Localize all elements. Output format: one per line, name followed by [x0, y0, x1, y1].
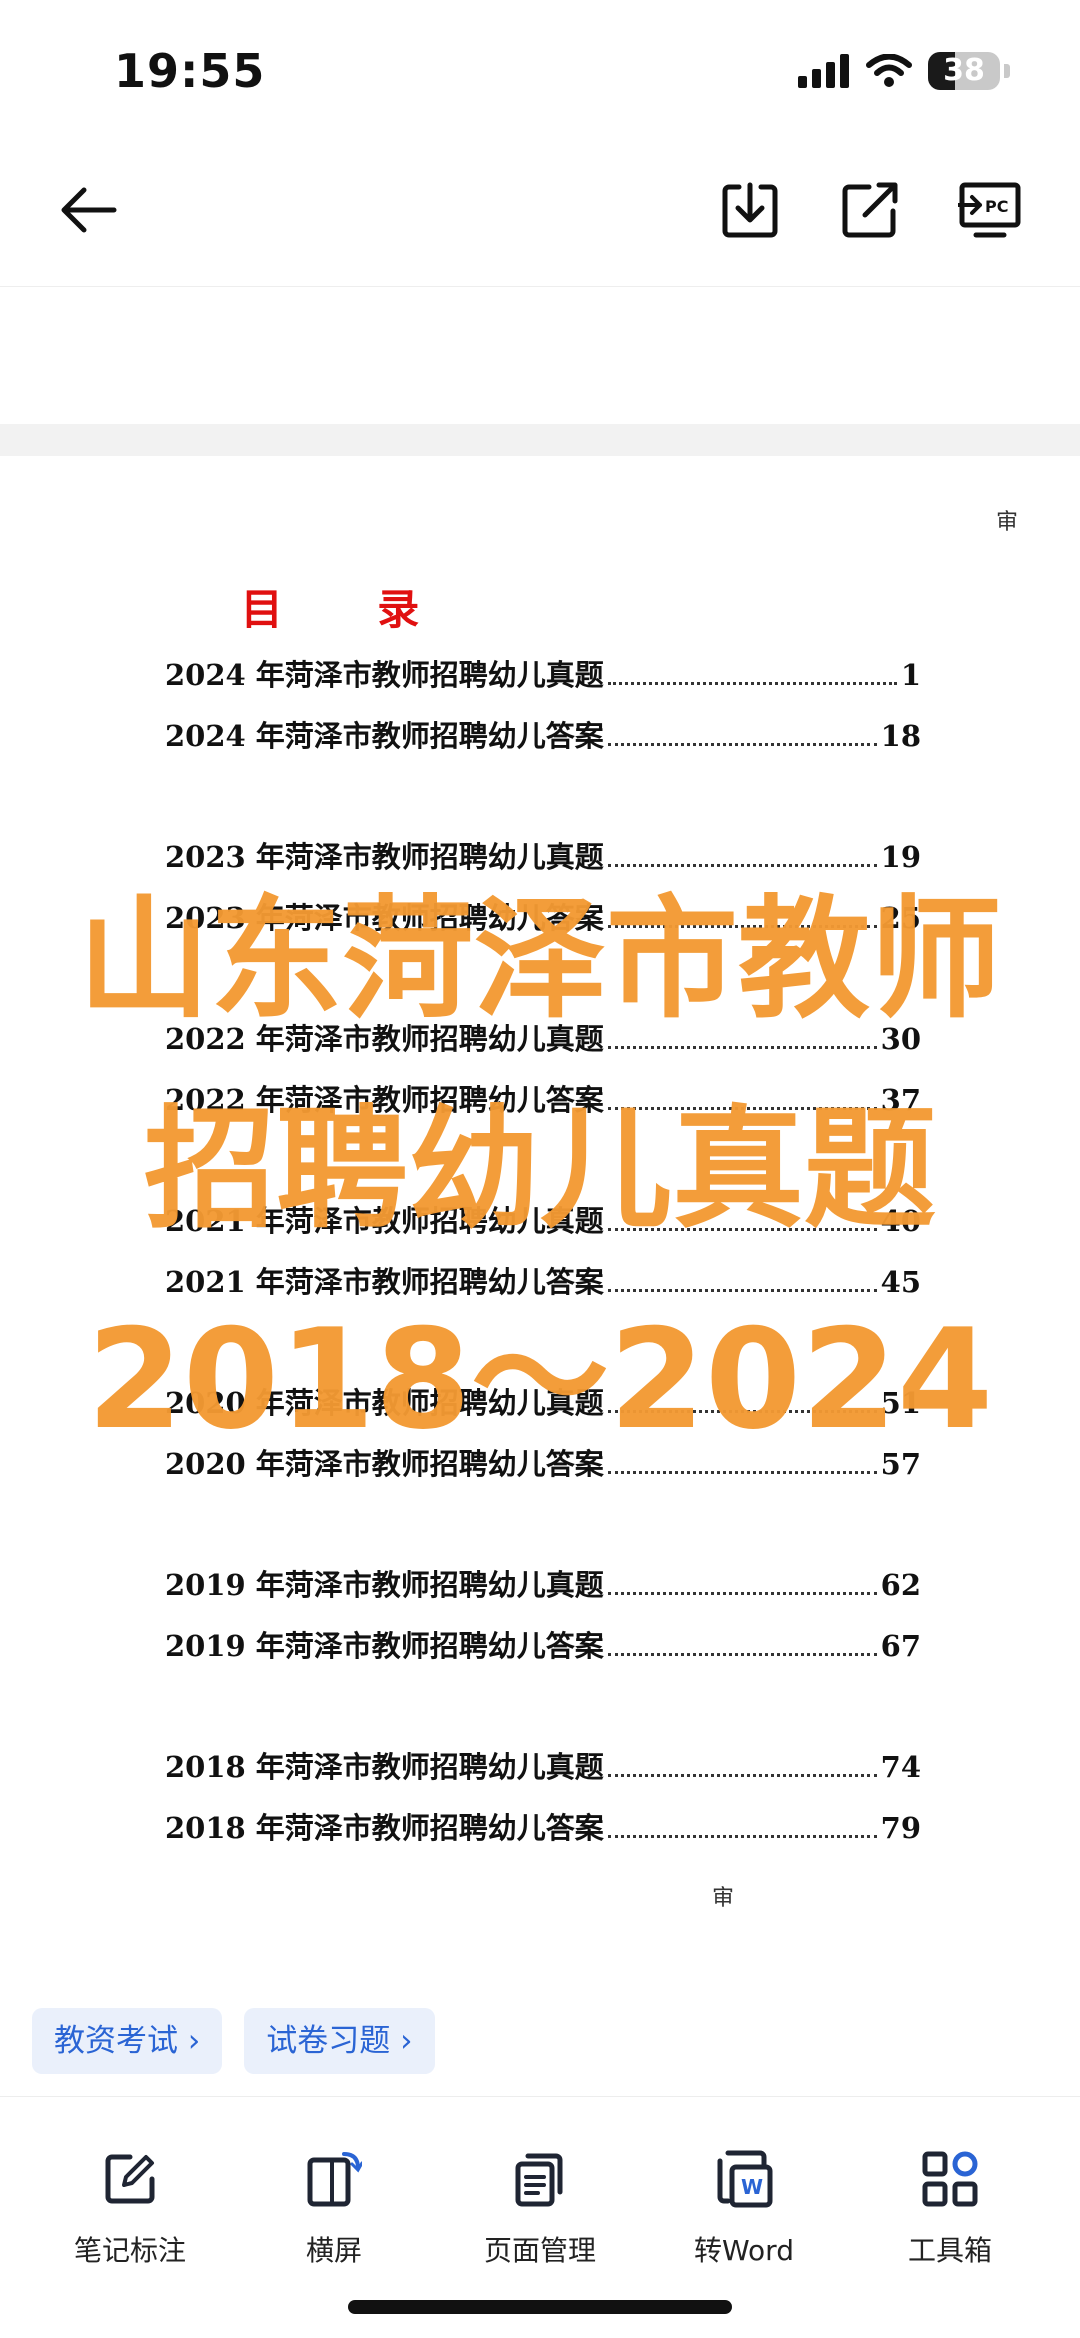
toc-entry-page: 74 [880, 1750, 921, 1784]
toc-entry-page: 62 [880, 1568, 921, 1602]
back-arrow-icon [61, 187, 117, 233]
toc-entry-label: 2019 年菏泽市教师招聘幼儿真题 [165, 1568, 604, 1602]
toc-entry[interactable]: 2023 年菏泽市教师招聘幼儿真题 19 [165, 834, 921, 876]
share-icon [842, 182, 898, 238]
open-on-pc-button[interactable]: PC [950, 170, 1030, 250]
toc-entry-leader [607, 1653, 877, 1656]
toc-entry-page: 1 [900, 658, 921, 692]
chip-teacher-exam[interactable]: 教资考试 › [32, 2008, 223, 2074]
download-icon [722, 182, 778, 238]
status-time: 19:55 [114, 44, 266, 98]
landscape-button[interactable]: 横屏 [244, 2139, 424, 2269]
share-button[interactable] [830, 170, 910, 250]
toc-entry-label: 2023 年菏泽市教师招聘幼儿真题 [165, 840, 604, 874]
toc-entry-label: 2018 年菏泽市教师招聘幼儿真题 [165, 1750, 604, 1784]
back-button[interactable] [48, 170, 128, 250]
toc-entry[interactable]: 2024 年菏泽市教师招聘幼儿答案 18 [165, 713, 921, 755]
page-manage-icon [515, 2153, 563, 2207]
open-on-pc-icon: PC [958, 182, 1021, 238]
corner-mark: 审 [996, 510, 1019, 535]
toc-entry[interactable]: 2019 年菏泽市教师招聘幼儿答案 67 [165, 1623, 921, 1665]
convert-word-label: 转Word [694, 2234, 794, 2267]
word-convert-icon: W [717, 2150, 773, 2208]
battery-level: 38 [943, 53, 985, 88]
toc-entry[interactable]: 2018 年菏泽市教师招聘幼儿真题 74 [165, 1744, 921, 1786]
page-manage-label: 页面管理 [483, 2234, 596, 2267]
home-indicator[interactable] [348, 2300, 732, 2314]
toc-entry-page: 67 [880, 1629, 921, 1663]
toc-entry-label: 2024 年菏泽市教师招聘幼儿真题 [165, 658, 604, 692]
toc-entry-page: 79 [880, 1811, 921, 1845]
notes-label: 笔记标注 [73, 2234, 186, 2267]
notes-button[interactable]: 笔记标注 [40, 2139, 220, 2269]
tag-chips: 教资考试 › 试卷习题 › [32, 2008, 435, 2074]
toc-entry-leader [607, 864, 877, 867]
chip-exam-papers[interactable]: 试卷习题 › [244, 2008, 435, 2074]
toc-entry-leader [607, 1592, 877, 1595]
toc-entry-page: 19 [880, 840, 921, 874]
toc-entry[interactable]: 2019 年菏泽市教师招聘幼儿真题 62 [165, 1562, 921, 1604]
word-badge: W [741, 2175, 763, 2199]
toc-entry-page: 45 [880, 1265, 921, 1299]
wifi-icon [866, 54, 912, 87]
page-separator [0, 424, 1080, 456]
bottom-mark: 审 [712, 1886, 735, 1911]
toolbox-button[interactable]: 工具箱 [860, 2139, 1040, 2269]
signal-icon [798, 54, 849, 88]
toolbox-icon [922, 2151, 978, 2207]
toc-entry-leader [607, 1289, 877, 1292]
battery-icon: 38 [928, 52, 1000, 90]
toc-entry[interactable]: 2018 年菏泽市教师招聘幼儿答案 79 [165, 1805, 921, 1847]
toolbox-label: 工具箱 [907, 2234, 992, 2267]
toc-entry-leader [607, 1471, 877, 1474]
landscape-label: 横屏 [305, 2234, 362, 2267]
edit-note-icon [105, 2154, 155, 2204]
toc-entry-label: 2024 年菏泽市教师招聘幼儿答案 [165, 719, 604, 753]
download-button[interactable] [710, 170, 790, 250]
toc-entry[interactable]: 2024 年菏泽市教师招聘幼儿真题 1 [165, 652, 921, 694]
toc-entry-label: 2018 年菏泽市教师招聘幼儿答案 [165, 1811, 604, 1845]
toc-entry-label: 2019 年菏泽市教师招聘幼儿答案 [165, 1629, 604, 1663]
toc-entry-leader [607, 1774, 877, 1777]
watermark-line-2: 招聘幼儿真题 [144, 1093, 936, 1247]
top-nav-bar: PC [0, 140, 1080, 287]
toc-entry-leader [607, 1046, 877, 1049]
pc-label: PC [985, 197, 1008, 216]
toc-entry-leader [607, 743, 877, 746]
toc-entry-leader [607, 1835, 877, 1838]
status-bar: 19:55 38 [0, 0, 1080, 140]
page-manage-button[interactable]: 页面管理 [450, 2139, 630, 2269]
rotate-screen-icon [307, 2152, 362, 2207]
toc-title: 目 录 [240, 585, 460, 634]
watermark-line-3: 2018～2024 [86, 1299, 994, 1460]
toc-entry[interactable]: 2021 年菏泽市教师招聘幼儿答案 45 [165, 1259, 921, 1301]
toc-entry-label: 2021 年菏泽市教师招聘幼儿答案 [165, 1265, 604, 1299]
status-icons: 38 [798, 52, 1010, 90]
watermark-line-1: 山东菏泽市教师 [78, 883, 1002, 1037]
toc-entry-page: 18 [880, 719, 921, 753]
battery-cap [1004, 64, 1010, 78]
toc-entry-leader [607, 682, 897, 685]
convert-word-button[interactable]: W 转Word [654, 2139, 834, 2269]
